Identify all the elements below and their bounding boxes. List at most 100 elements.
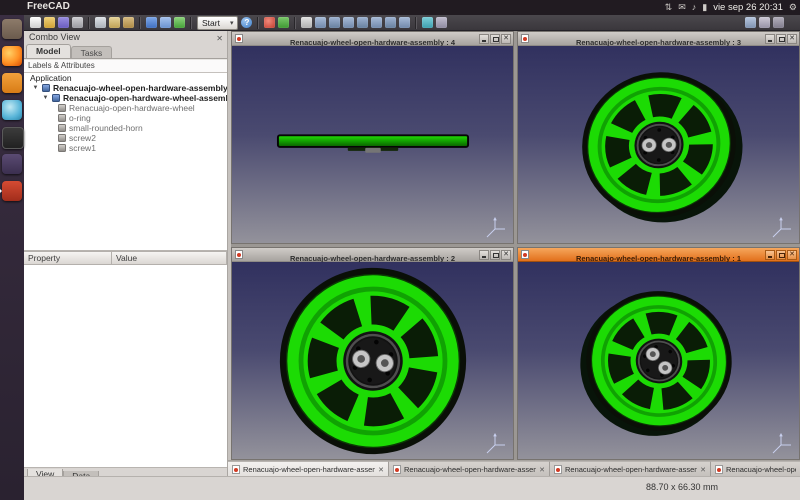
restore-button[interactable] xyxy=(490,34,500,44)
workbench-selector[interactable]: Start ▾ xyxy=(197,16,238,30)
launcher-item-terminal[interactable] xyxy=(2,127,24,149)
close-icon[interactable]: ✕ xyxy=(700,466,706,474)
minimize-button[interactable] xyxy=(765,34,775,44)
network-icon[interactable]: ⇅ xyxy=(665,0,673,15)
viewport-3: Renacuajo-wheel-open-hardware-assembly :… xyxy=(517,31,800,244)
3d-view-2[interactable] xyxy=(232,262,513,459)
dimensions-readout: 88.70 x 66.30 mm xyxy=(646,482,718,492)
front-view-icon[interactable] xyxy=(329,17,340,28)
open-document-icon[interactable] xyxy=(44,17,55,28)
close-button[interactable]: ✕ xyxy=(787,34,797,44)
chevron-down-icon: ▾ xyxy=(230,19,234,27)
window-tab-1[interactable]: Renacuajo-wheel-open-hardware-assembly :… xyxy=(228,461,389,477)
freecad-toolbar: Start ▾ ? xyxy=(24,15,800,31)
tree-item-assembly[interactable]: ▼ Renacuajo-wheel-open-hardware-assembly xyxy=(24,83,227,93)
part-icon xyxy=(58,114,66,122)
launcher-item-firefox[interactable] xyxy=(2,46,22,66)
tree-item-screw2[interactable]: screw2 xyxy=(24,133,227,143)
launcher-item-freecad[interactable] xyxy=(2,181,22,201)
tree-column-header[interactable]: Labels & Attributes xyxy=(24,59,227,73)
messages-icon[interactable]: ✉ xyxy=(678,0,686,15)
launcher-item-software-center[interactable] xyxy=(2,154,22,174)
value-column-header[interactable]: Value xyxy=(112,252,227,265)
3d-view-4[interactable] xyxy=(232,46,513,243)
close-icon[interactable]: ✕ xyxy=(539,466,545,474)
tab-model[interactable]: Model xyxy=(26,44,71,58)
wheel-model-front-view[interactable] xyxy=(277,265,469,457)
draw-style-icon[interactable] xyxy=(745,17,756,28)
paste-icon[interactable] xyxy=(123,17,134,28)
texture-view-icon[interactable] xyxy=(759,17,770,28)
close-button[interactable]: ✕ xyxy=(501,250,511,260)
restore-button[interactable] xyxy=(490,250,500,260)
close-icon[interactable]: ✕ xyxy=(378,466,384,474)
property-table-body[interactable] xyxy=(24,265,227,468)
wheel-model-isometric[interactable] xyxy=(552,46,765,243)
combo-view-titlebar[interactable]: Combo View ✕ xyxy=(24,31,227,44)
cut-icon[interactable] xyxy=(95,17,106,28)
redo-icon[interactable] xyxy=(160,17,171,28)
left-view-icon[interactable] xyxy=(399,17,410,28)
tree-item-small-rounded-horn[interactable]: small-rounded-horn xyxy=(24,123,227,133)
viewport-4-titlebar[interactable]: Renacuajo-wheel-open-hardware-assembly :… xyxy=(232,32,513,46)
property-column-header[interactable]: Property xyxy=(24,252,112,265)
restore-button[interactable] xyxy=(776,250,786,260)
expand-icon[interactable]: ▼ xyxy=(32,85,39,91)
new-document-icon[interactable] xyxy=(30,17,41,28)
close-icon[interactable]: ✕ xyxy=(216,32,223,45)
print-icon[interactable] xyxy=(72,17,83,28)
tree-item-application[interactable]: Application xyxy=(24,73,227,83)
viewport-2-titlebar[interactable]: Renacuajo-wheel-open-hardware-assembly :… xyxy=(232,248,513,262)
tree-item-wheel-assembly[interactable]: ▼ Renacuajo-open-hardware-wheel-assembly xyxy=(24,93,227,103)
close-button[interactable]: ✕ xyxy=(501,34,511,44)
tree-item-o-ring[interactable]: o-ring xyxy=(24,113,227,123)
clock[interactable]: vie sep 26 20:31 xyxy=(713,2,783,13)
document-icon xyxy=(521,250,529,259)
save-icon[interactable] xyxy=(58,17,69,28)
window-tab-4[interactable]: Renacuajo-wheel-open-hardwar xyxy=(711,461,800,477)
macro-play-icon[interactable] xyxy=(278,17,289,28)
launcher-item-files[interactable] xyxy=(2,19,22,39)
clipping-plane-icon[interactable] xyxy=(436,17,447,28)
session-gear-icon[interactable]: ⚙ xyxy=(789,0,797,15)
wheel-model-isometric[interactable] xyxy=(563,268,754,454)
refresh-icon[interactable] xyxy=(174,17,185,28)
axonometric-view-icon[interactable] xyxy=(315,17,326,28)
window-tab-3[interactable]: Renacuajo-wheel-open-hardware-assembly :… xyxy=(550,461,711,477)
dock-views-icon[interactable] xyxy=(773,17,784,28)
fit-all-icon[interactable] xyxy=(301,17,312,28)
minimize-button[interactable] xyxy=(765,250,775,260)
macro-record-icon[interactable] xyxy=(264,17,275,28)
top-view-icon[interactable] xyxy=(343,17,354,28)
measure-distance-icon[interactable] xyxy=(422,17,433,28)
viewport-1-titlebar[interactable]: Renacuajo-wheel-open-hardware-assembly :… xyxy=(518,248,799,262)
document-icon xyxy=(393,465,401,474)
battery-icon[interactable]: ▮ xyxy=(702,0,707,15)
launcher-item-web-browser[interactable] xyxy=(2,100,22,120)
close-button[interactable]: ✕ xyxy=(787,250,797,260)
expand-icon[interactable]: ▼ xyxy=(42,95,49,101)
whats-this-icon[interactable]: ? xyxy=(241,17,252,28)
window-tab-2[interactable]: Renacuajo-wheel-open-hardware-assembly :… xyxy=(389,461,550,477)
tree-item-wheel[interactable]: Renacuajo-open-hardware-wheel xyxy=(24,103,227,113)
rear-view-icon[interactable] xyxy=(371,17,382,28)
ubuntu-top-panel: FreeCAD ⇅ ✉ ♪ ▮ vie sep 26 20:31 ⚙ xyxy=(0,0,800,15)
3d-view-3[interactable] xyxy=(518,46,799,243)
bottom-view-icon[interactable] xyxy=(385,17,396,28)
launcher-item-amazon[interactable] xyxy=(2,73,22,93)
minimize-button[interactable] xyxy=(479,250,489,260)
3d-view-1[interactable] xyxy=(518,262,799,459)
app-title[interactable]: FreeCAD xyxy=(27,1,70,12)
viewport-3-titlebar[interactable]: Renacuajo-wheel-open-hardware-assembly :… xyxy=(518,32,799,46)
undo-icon[interactable] xyxy=(146,17,157,28)
sound-icon[interactable]: ♪ xyxy=(692,0,697,15)
wheel-model-side-view[interactable] xyxy=(276,132,470,158)
copy-icon[interactable] xyxy=(109,17,120,28)
restore-button[interactable] xyxy=(776,34,786,44)
combo-view-panel: Combo View ✕ Model Tasks Labels & Attrib… xyxy=(24,31,228,476)
toolbar-separator xyxy=(294,17,296,29)
tree-item-screw1[interactable]: screw1 xyxy=(24,143,227,153)
minimize-button[interactable] xyxy=(479,34,489,44)
tab-tasks[interactable]: Tasks xyxy=(71,46,113,58)
right-view-icon[interactable] xyxy=(357,17,368,28)
